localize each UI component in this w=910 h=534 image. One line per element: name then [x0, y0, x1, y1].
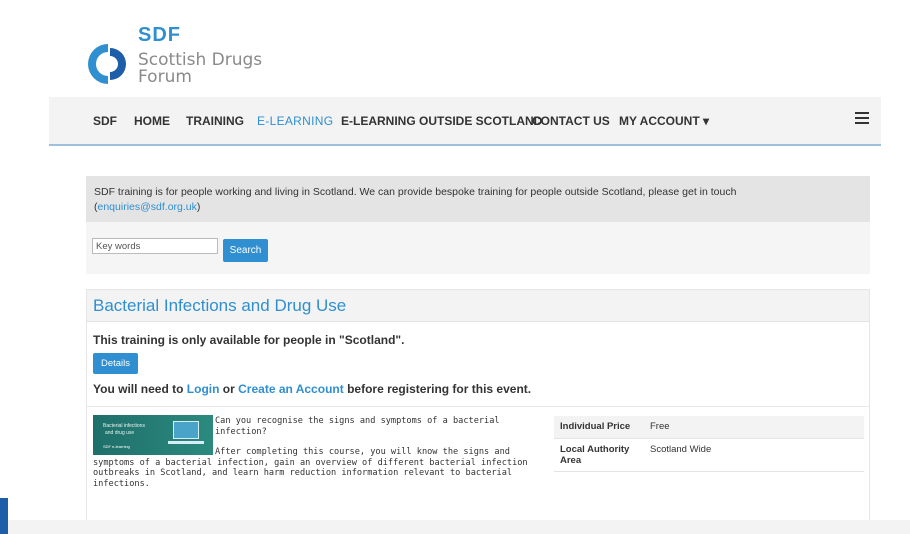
course-description: Can you recognise the signs and symptoms… — [93, 416, 538, 489]
course-title: Bacterial Infections and Drug Use — [93, 296, 347, 315]
nav-item-e-learning-outside-scotland[interactable]: E-LEARNING OUTSIDE SCOTLAND — [341, 114, 542, 128]
bottom-strip — [0, 520, 910, 534]
detail-value: Free — [644, 416, 864, 438]
login-link[interactable]: Login — [187, 382, 220, 396]
details-button[interactable]: Details — [93, 353, 138, 374]
login-requirement-text: You will need to Login or Create an Acco… — [93, 382, 531, 396]
logo-name: Scottish Drugs Forum — [138, 52, 262, 86]
course-panel: Bacterial Infections and Drug Use This t… — [86, 289, 870, 520]
login-prefix: You will need to — [93, 382, 184, 396]
search-button[interactable]: Search — [223, 239, 268, 262]
create-account-link[interactable]: Create an Account — [238, 382, 344, 396]
description-paragraph-2: After completing this course, you will k… — [93, 447, 528, 489]
table-row: Individual Price Free — [554, 416, 864, 438]
table-row: Local Authority Area Scotland Wide — [554, 437, 864, 472]
logo-name-line-2: Forum — [138, 67, 192, 87]
scotland-only-notice: SDF training is for people working and l… — [86, 176, 870, 222]
main-navigation: SDF HOME TRAINING E-LEARNING E-LEARNING … — [49, 97, 881, 146]
nav-item-e-learning[interactable]: E-LEARNING — [257, 114, 333, 128]
course-panel-header: Bacterial Infections and Drug Use — [87, 290, 869, 322]
logo-abbreviation: SDF — [138, 24, 181, 46]
notice-text: SDF training is for people working and l… — [94, 186, 737, 198]
nav-item-contact-us[interactable]: CONTACT US — [532, 114, 610, 128]
nav-item-home[interactable]: HOME — [134, 114, 170, 128]
sdf-logo[interactable]: SDF Scottish Drugs Forum — [86, 24, 286, 86]
detail-value: Scotland Wide — [644, 437, 864, 472]
sdf-logo-icon — [88, 44, 126, 84]
nav-item-my-account[interactable]: MY ACCOUNT ▾ — [619, 114, 709, 128]
divider — [87, 406, 869, 407]
or-text: or — [222, 382, 235, 396]
course-details-table: Individual Price Free Local Authority Ar… — [554, 416, 864, 472]
description-paragraph-1: Can you recognise the signs and symptoms… — [215, 416, 500, 437]
search-panel: Search — [86, 222, 870, 274]
left-edge-accent — [0, 498, 8, 534]
hamburger-icon[interactable] — [855, 112, 869, 124]
availability-text: This training is only available for peop… — [93, 333, 405, 347]
keyword-search-input[interactable] — [92, 238, 218, 254]
detail-label: Individual Price — [554, 416, 644, 438]
nav-item-sdf[interactable]: SDF — [93, 114, 117, 128]
detail-label: Local Authority Area — [554, 437, 644, 472]
login-suffix: before registering for this event. — [347, 382, 532, 396]
nav-item-training[interactable]: TRAINING — [186, 114, 244, 128]
enquiries-email-link[interactable]: enquiries@sdf.org.uk — [98, 201, 197, 213]
